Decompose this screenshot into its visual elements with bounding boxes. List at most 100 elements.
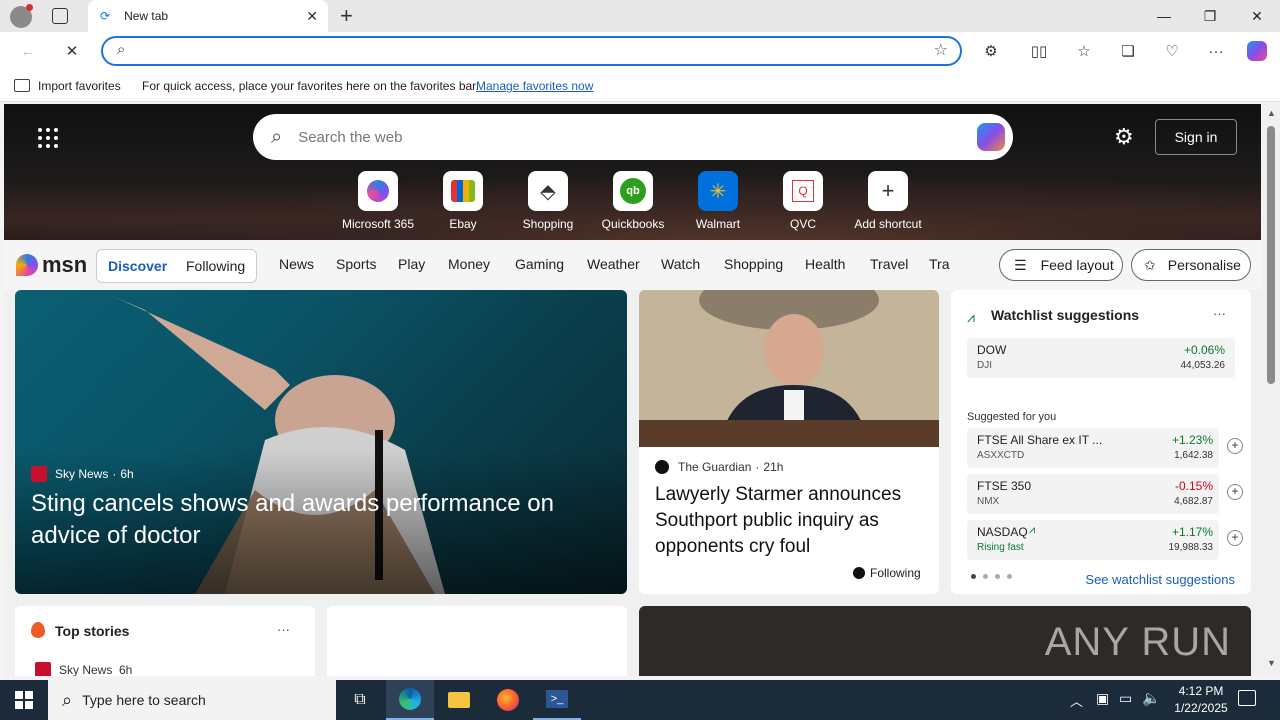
title-bar: ⟳ New tab ✕ + — ❐ ✕ xyxy=(0,0,1280,32)
settings-gear-icon[interactable]: ⚙ xyxy=(1114,124,1134,150)
stock-name: NASDAQ xyxy=(977,525,1028,539)
shortcut-microsoft-365[interactable]: Microsoft 365 xyxy=(333,171,423,231)
stock-dow[interactable]: DOW DJI +0.06% 44,053.26 xyxy=(967,338,1235,378)
shortcut-label: Walmart xyxy=(695,217,741,231)
tab-discover[interactable]: Discover xyxy=(108,258,167,274)
walmart-icon: ✳ xyxy=(709,180,727,203)
back-arrow-icon[interactable]: ← xyxy=(16,40,40,62)
stock-nasdaq[interactable]: NASDAQ ⩘ Rising fast +1.17% 19,988.33 + xyxy=(967,520,1243,560)
notifications-icon[interactable] xyxy=(1238,690,1256,706)
favorite-star-icon[interactable]: ☆ xyxy=(934,40,948,60)
stop-loading-icon[interactable]: ✕ xyxy=(60,40,84,62)
address-bar[interactable]: ⌕ ☆ xyxy=(101,36,962,66)
guardian-story-card[interactable]: The Guardian · 21h Lawyerly Starmer anno… xyxy=(639,290,939,594)
scroll-thumb[interactable] xyxy=(1267,126,1275,384)
anyrun-watermark: ANY RUN xyxy=(1044,620,1231,664)
shortcut-quickbooks[interactable]: qb Quickbooks xyxy=(588,171,678,231)
sign-in-button[interactable]: Sign in xyxy=(1155,119,1237,155)
msn-logo[interactable]: msn xyxy=(16,252,87,278)
restore-button[interactable]: ❐ xyxy=(1187,0,1233,32)
taskbar-search[interactable]: ⌕ Type here to search xyxy=(48,680,336,720)
check-circle-icon xyxy=(853,567,865,579)
copilot-search-icon[interactable] xyxy=(977,123,1005,151)
nav-traffic[interactable]: Tra xyxy=(929,256,951,272)
top-stories-card: Top stories ··· Sky News 6h xyxy=(15,606,315,676)
shortcut-walmart[interactable]: ✳ Walmart xyxy=(673,171,763,231)
performance-icon[interactable]: ♡ xyxy=(1160,40,1184,62)
stock-value: 1,642.38 xyxy=(1174,450,1213,461)
add-watchlist-plus-icon[interactable]: + xyxy=(1227,438,1243,454)
shortcut-add[interactable]: + Add shortcut xyxy=(843,171,933,231)
profile-icon[interactable] xyxy=(10,4,33,28)
new-tab-button[interactable]: + xyxy=(340,3,353,29)
nav-news[interactable]: News xyxy=(279,256,314,272)
edge-taskbar-icon[interactable] xyxy=(386,680,434,720)
powershell-icon[interactable]: >_ xyxy=(533,680,581,720)
import-favorites-button[interactable]: Import favorites xyxy=(38,79,121,93)
nav-weather[interactable]: Weather xyxy=(587,256,640,272)
msn-nav: msn Discover Following News Sports Play … xyxy=(4,240,1261,290)
file-explorer-icon[interactable] xyxy=(435,680,483,720)
clock-time[interactable]: 4:12 PM xyxy=(1172,684,1230,698)
start-button[interactable] xyxy=(0,680,48,720)
feed-layout-button[interactable]: ☰ Feed layout xyxy=(999,249,1123,281)
following-badge[interactable]: Following xyxy=(853,566,921,580)
nav-shopping[interactable]: Shopping xyxy=(724,256,783,272)
nav-travel[interactable]: Travel xyxy=(870,256,908,272)
nav-sports[interactable]: Sports xyxy=(336,256,376,272)
main-story-card[interactable]: Sky News · 6h Sting cancels shows and aw… xyxy=(15,290,627,594)
manage-favorites-link[interactable]: Manage favorites now xyxy=(476,79,593,93)
copilot-icon[interactable] xyxy=(1245,40,1269,62)
device-icon[interactable]: ▣ xyxy=(1096,690,1109,707)
close-tab-icon[interactable]: ✕ xyxy=(306,8,318,25)
watchlist-more-icon[interactable]: ··· xyxy=(1213,306,1226,321)
guardian-logo-icon xyxy=(655,460,669,474)
search-placeholder: Search the web xyxy=(298,128,403,146)
tab-new-tab[interactable]: ⟳ New tab ✕ xyxy=(88,0,328,32)
vertical-scrollbar[interactable]: ▲ ▼ xyxy=(1262,104,1280,676)
stock-name: FTSE All Share ex IT ... xyxy=(977,433,1103,447)
stock-ftse-all-share[interactable]: FTSE All Share ex IT ... ASXXCTD +1.23% … xyxy=(967,428,1243,468)
video-card[interactable]: ANY RUN xyxy=(639,606,1251,676)
split-screen-icon[interactable]: ▯▯ xyxy=(1027,40,1051,62)
add-watchlist-plus-icon[interactable]: + xyxy=(1227,530,1243,546)
guardian-headline[interactable]: Lawyerly Starmer announces Southport pub… xyxy=(655,482,927,560)
chevron-up-icon[interactable]: ︿ xyxy=(1070,691,1083,710)
add-watchlist-plus-icon[interactable]: + xyxy=(1227,484,1243,500)
apps-grid-icon[interactable] xyxy=(38,128,58,148)
carousel-dots[interactable] xyxy=(971,574,1012,579)
volume-icon[interactable]: 🔈 xyxy=(1142,689,1161,707)
shortcut-label: Microsoft 365 xyxy=(341,217,415,231)
personalise-button[interactable]: ✩ Personalise xyxy=(1131,249,1251,281)
taskbar-search-placeholder: Type here to search xyxy=(82,692,206,708)
favorites-icon[interactable]: ☆ xyxy=(1072,40,1096,62)
close-window-button[interactable]: ✕ xyxy=(1234,0,1280,32)
shortcut-shopping[interactable]: ⬘ Shopping xyxy=(503,171,593,231)
main-headline[interactable]: Sting cancels shows and awards performan… xyxy=(31,488,601,552)
nav-money[interactable]: Money xyxy=(448,256,490,272)
watchlist-title: Watchlist suggestions xyxy=(991,307,1140,323)
stock-sub: NMX xyxy=(977,496,1000,507)
nav-health[interactable]: Health xyxy=(805,256,845,272)
quickbooks-icon: qb xyxy=(620,178,646,204)
minimize-button[interactable]: — xyxy=(1141,0,1187,32)
web-search-box[interactable]: ⌕ Search the web xyxy=(253,114,1013,160)
firefox-icon[interactable] xyxy=(484,680,532,720)
network-icon[interactable]: ▭ xyxy=(1119,690,1132,707)
tab-following[interactable]: Following xyxy=(186,258,245,274)
shortcut-qvc[interactable]: Q QVC xyxy=(758,171,848,231)
task-view-icon[interactable]: ⧉ xyxy=(336,680,384,720)
shortcut-ebay[interactable]: Ebay xyxy=(418,171,508,231)
nav-gaming[interactable]: Gaming xyxy=(515,256,564,272)
extensions-icon[interactable]: ⚙ xyxy=(979,40,1003,62)
story-source: Sky News xyxy=(59,663,113,676)
clock-date[interactable]: 1/22/2025 xyxy=(1166,701,1236,715)
collections-icon[interactable]: ❏ xyxy=(1116,40,1140,62)
tab-actions-icon[interactable] xyxy=(52,8,68,24)
more-menu-icon[interactable]: ··· xyxy=(1204,40,1228,62)
nav-play[interactable]: Play xyxy=(398,256,425,272)
see-watchlist-link[interactable]: See watchlist suggestions xyxy=(1085,572,1235,587)
stock-ftse-350[interactable]: FTSE 350 NMX -0.15% 4,682.87 + xyxy=(967,474,1243,514)
nav-watch[interactable]: Watch xyxy=(661,256,700,272)
top-stories-more-icon[interactable]: ··· xyxy=(277,622,290,637)
